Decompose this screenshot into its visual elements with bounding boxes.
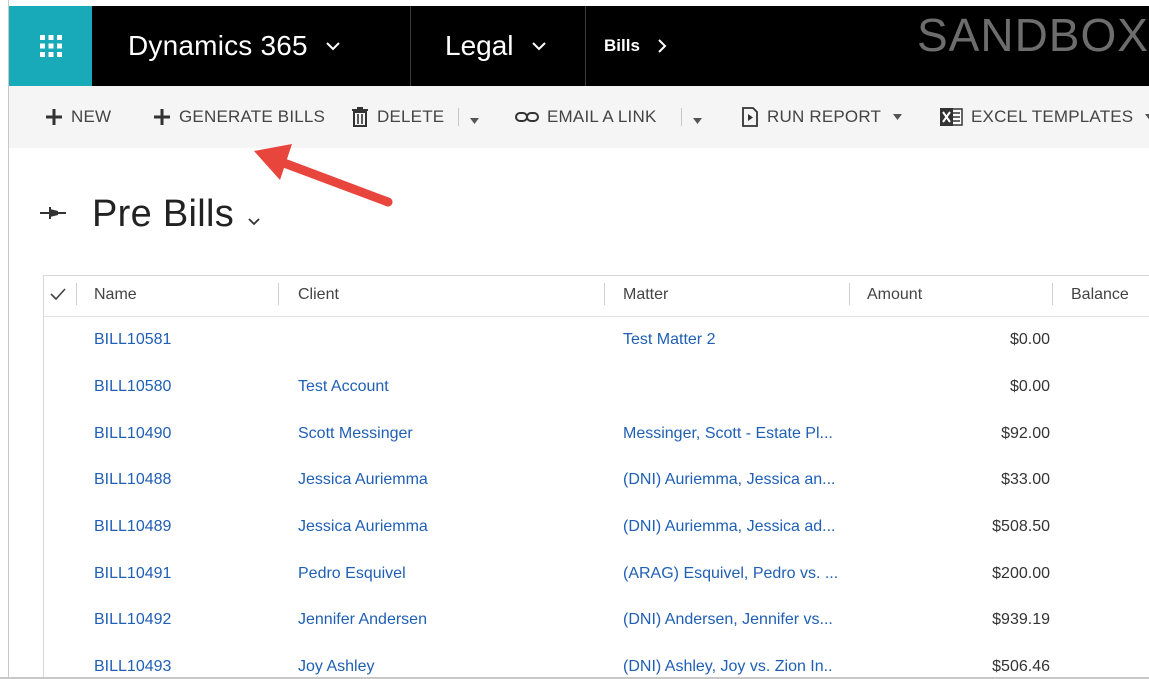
top-nav-bar: Dynamics 365 Legal Bills SANDBOX — [9, 6, 1149, 86]
matter-link[interactable]: Test Matter 2 — [623, 331, 715, 349]
records-grid: Name Client Matter Amount Balance BILL10… — [43, 275, 1149, 678]
client-link[interactable]: Test Account — [298, 378, 389, 396]
table-row[interactable]: BILL10492 Jennifer Andersen (DNI) Anders… — [44, 597, 1149, 644]
amount-value: $506.46 — [992, 658, 1050, 675]
column-divider — [76, 283, 77, 305]
bill-name-link[interactable]: BILL10493 — [94, 658, 171, 676]
table-row[interactable]: BILL10490 Scott Messinger Messinger, Sco… — [44, 411, 1149, 458]
area-breadcrumb[interactable]: Bills — [586, 6, 786, 86]
delete-button[interactable]: DELETE — [351, 104, 444, 130]
chevron-down-icon — [326, 41, 340, 51]
table-row[interactable]: BILL10580 Test Account $0.00 — [44, 364, 1149, 411]
environment-label: SANDBOX — [917, 9, 1149, 61]
email-link-dropdown-caret[interactable] — [693, 111, 702, 129]
screenshot-frame-left — [0, 0, 9, 679]
excel-icon — [940, 108, 963, 126]
module-title: Legal — [445, 30, 514, 61]
delete-dropdown-caret[interactable] — [470, 111, 479, 129]
dropdown-caret-icon — [1145, 114, 1149, 119]
amount-value: $92.00 — [1001, 425, 1050, 442]
bill-name-link[interactable]: BILL10491 — [94, 565, 171, 583]
table-row[interactable]: BILL10488 Jessica Auriemma (DNI) Auriemm… — [44, 457, 1149, 504]
matter-link[interactable]: (DNI) Ashley, Joy vs. Zion In.. — [623, 658, 833, 676]
column-header-balance[interactable]: Balance — [1071, 286, 1129, 304]
grid-header: Name Client Matter Amount Balance — [44, 276, 1149, 317]
table-row[interactable]: BILL10581 Test Matter 2 $0.00 — [44, 317, 1149, 364]
client-link[interactable]: Jessica Auriemma — [298, 518, 428, 536]
link-icon — [515, 112, 539, 122]
chevron-down-icon — [531, 41, 546, 51]
column-divider — [1052, 283, 1053, 305]
run-report-button-label: RUN REPORT — [767, 107, 882, 126]
bill-name-link[interactable]: BILL10581 — [94, 331, 171, 349]
chevron-right-icon — [658, 39, 667, 53]
email-link-button[interactable]: EMAIL A LINK — [515, 104, 657, 130]
pin-view-button[interactable] — [40, 205, 66, 226]
amount-value: $939.19 — [992, 611, 1050, 628]
amount-value: $0.00 — [1009, 331, 1050, 348]
bill-name-link[interactable]: BILL10492 — [94, 611, 171, 629]
matter-link[interactable]: Messinger, Scott - Estate Pl... — [623, 425, 833, 443]
module-switcher[interactable]: Legal — [411, 6, 586, 86]
waffle-icon — [39, 35, 62, 57]
report-icon — [742, 107, 758, 127]
matter-link[interactable]: (DNI) Auriemma, Jessica ad... — [623, 518, 836, 536]
amount-value: $200.00 — [992, 565, 1050, 582]
app-title: Dynamics 365 — [128, 30, 308, 61]
separator — [681, 108, 682, 126]
matter-link[interactable]: (DNI) Auriemma, Jessica an... — [623, 471, 836, 489]
column-divider — [278, 283, 279, 305]
app-switcher[interactable]: Dynamics 365 — [92, 6, 411, 86]
excel-templates-button-label: EXCEL TEMPLATES — [971, 107, 1134, 126]
generate-bills-button-label: GENERATE BILLS — [179, 107, 326, 126]
command-bar: NEW GENERATE BILLS DELETE EMAIL A LINK R… — [9, 86, 1149, 148]
table-row[interactable]: BILL10489 Jessica Auriemma (DNI) Auriemm… — [44, 504, 1149, 551]
dropdown-caret-icon — [893, 114, 903, 120]
generate-bills-button[interactable]: GENERATE BILLS — [153, 104, 325, 130]
matter-link[interactable]: (ARAG) Esquivel, Pedro vs. ... — [623, 565, 838, 583]
column-header-name[interactable]: Name — [94, 286, 137, 304]
select-all-checkbox[interactable] — [50, 287, 66, 305]
excel-templates-button[interactable]: EXCEL TEMPLATES — [939, 104, 1149, 130]
bill-name-link[interactable]: BILL10488 — [94, 471, 171, 489]
matter-link[interactable]: (DNI) Andersen, Jennifer vs... — [623, 611, 833, 629]
column-header-client[interactable]: Client — [298, 286, 339, 304]
table-row[interactable]: BILL10491 Pedro Esquivel (ARAG) Esquivel… — [44, 551, 1149, 598]
column-header-matter[interactable]: Matter — [623, 286, 668, 304]
trash-icon — [352, 107, 368, 127]
client-link[interactable]: Joy Ashley — [298, 658, 374, 676]
amount-value: $33.00 — [1001, 471, 1050, 488]
client-link[interactable]: Scott Messinger — [298, 425, 413, 443]
table-row[interactable]: BILL10493 Joy Ashley (DNI) Ashley, Joy v… — [44, 644, 1149, 678]
email-link-button-label: EMAIL A LINK — [547, 107, 657, 126]
client-link[interactable]: Jessica Auriemma — [298, 471, 428, 489]
delete-button-label: DELETE — [377, 107, 445, 126]
amount-value: $508.50 — [992, 518, 1050, 535]
bill-name-link[interactable]: BILL10490 — [94, 425, 171, 443]
checkmark-icon — [50, 288, 66, 301]
area-title: Bills — [604, 36, 640, 55]
view-title: Pre Bills — [92, 193, 235, 235]
app-launcher-button[interactable] — [9, 6, 92, 86]
separator — [458, 108, 459, 126]
run-report-button[interactable]: RUN REPORT — [741, 104, 903, 130]
pin-icon — [40, 207, 66, 219]
plus-icon — [154, 109, 170, 125]
view-selector-dropdown[interactable] — [248, 213, 260, 231]
bill-name-link[interactable]: BILL10489 — [94, 518, 171, 536]
new-button-label: NEW — [71, 107, 112, 126]
chevron-down-icon — [248, 218, 260, 226]
amount-value: $0.00 — [1009, 378, 1050, 395]
plus-icon — [46, 109, 62, 125]
bill-name-link[interactable]: BILL10580 — [94, 378, 171, 396]
client-link[interactable]: Jennifer Andersen — [298, 611, 427, 629]
new-button[interactable]: NEW — [45, 104, 111, 130]
annotation-arrow-icon — [254, 144, 393, 207]
column-divider — [849, 283, 850, 305]
column-header-amount[interactable]: Amount — [867, 286, 922, 304]
column-divider — [604, 283, 605, 305]
client-link[interactable]: Pedro Esquivel — [298, 565, 406, 583]
